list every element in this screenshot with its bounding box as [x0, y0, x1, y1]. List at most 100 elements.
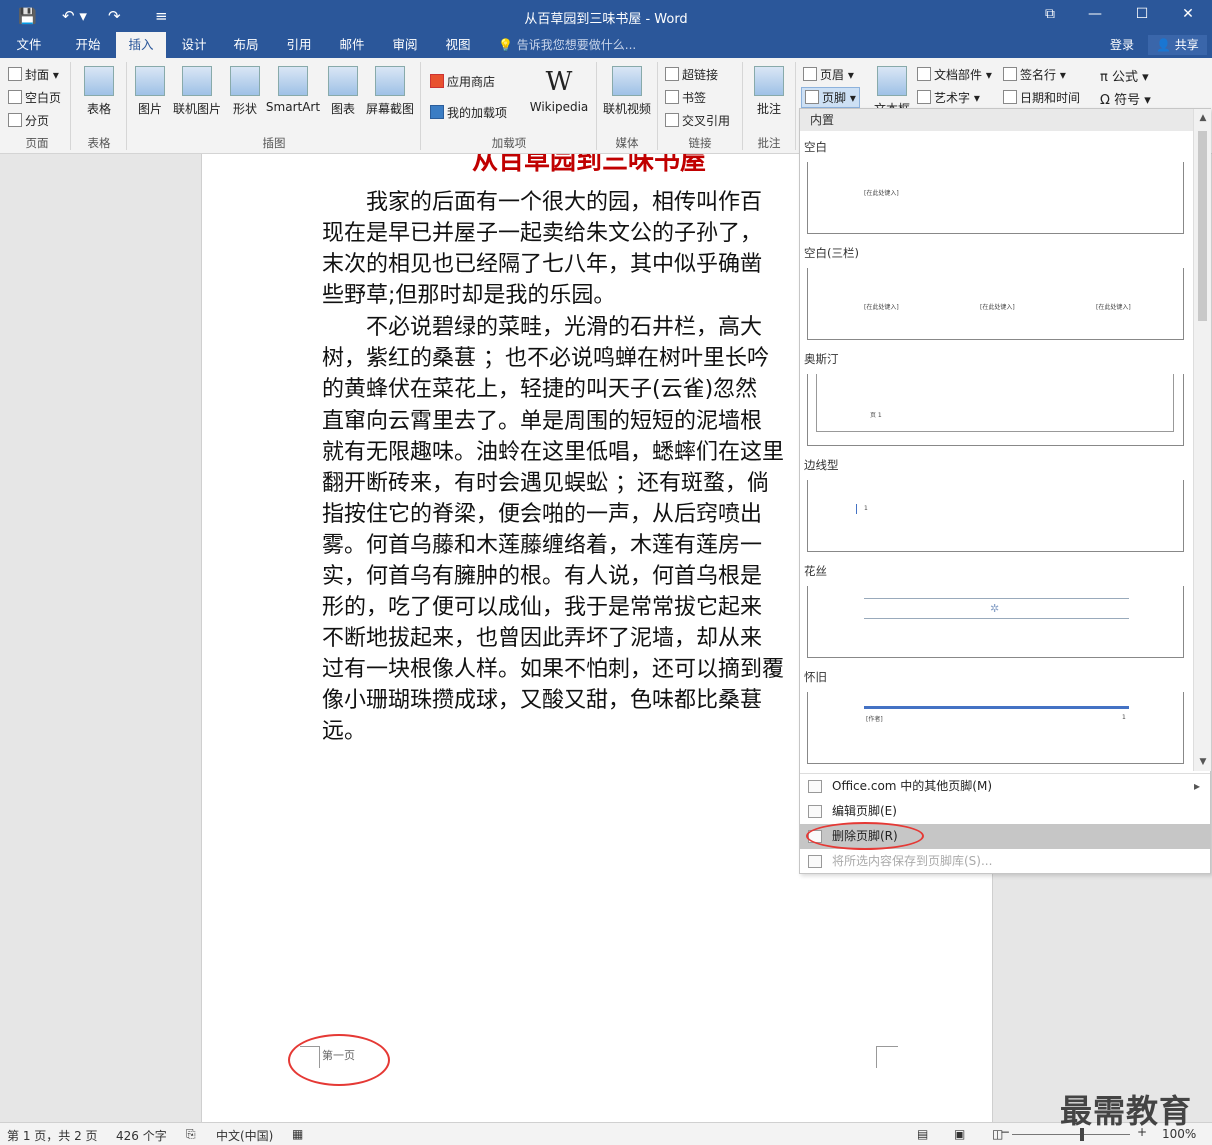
blank-page-icon	[8, 90, 22, 104]
zoom-out-icon[interactable]: −	[1000, 1125, 1010, 1139]
comment-button[interactable]: 批注	[748, 66, 790, 117]
macro-icon[interactable]: ▦	[292, 1127, 303, 1141]
header-button[interactable]: 页眉 ▾	[803, 66, 854, 83]
save-gallery-icon	[808, 855, 822, 868]
share-button[interactable]: 👤 共享	[1148, 35, 1207, 55]
tab-view[interactable]: 视图	[434, 32, 482, 58]
footer-button[interactable]: 页脚 ▾	[801, 87, 860, 108]
scroll-down-icon[interactable]: ▼	[1197, 757, 1209, 767]
footer-option-blank-three-column[interactable]: [在此处键入] [在此处键入] [在此处键入]	[807, 268, 1184, 340]
word-count[interactable]: 426 个字	[116, 1127, 167, 1144]
paragraph-line: 末次的相见也已经隔了七八年，其中似乎确凿	[322, 252, 763, 277]
footer-option-filigree[interactable]: ✲	[807, 586, 1184, 658]
quick-parts-icon	[917, 67, 931, 81]
window-title: 从百草园到三味书屋 - Word	[524, 12, 688, 27]
tab-insert[interactable]: 插入	[116, 32, 166, 58]
tell-me-input[interactable]: 💡 告诉我您想要做什么...	[498, 32, 636, 58]
paragraph-line: 树，紫红的桑葚 ；也不必说鸣蝉在树叶里长吟	[322, 346, 769, 371]
tab-home[interactable]: 开始	[62, 32, 114, 58]
read-mode-icon[interactable]: ▤	[917, 1127, 928, 1141]
page-break-button[interactable]: 分页	[8, 112, 49, 129]
group-label-addins: 加载项	[491, 136, 527, 150]
tab-layout[interactable]: 布局	[222, 32, 270, 58]
cover-page-button[interactable]: 封面 ▾	[8, 66, 59, 83]
retrospect-bar	[864, 706, 1129, 709]
paragraph-line: 不必说碧绿的菜畦，光滑的石井栏，高大	[322, 315, 763, 340]
signature-icon	[1003, 67, 1017, 81]
chart-icon	[328, 66, 358, 96]
smartart-icon	[278, 66, 308, 96]
menu-item-more-footers[interactable]: Office.com 中的其他页脚(M) ▸	[800, 774, 1210, 799]
group-label-table: 表格	[87, 136, 111, 150]
page-count[interactable]: 第 1 页，共 2 页	[7, 1127, 98, 1144]
tab-file[interactable]: 文件	[5, 32, 53, 58]
shapes-icon	[230, 66, 260, 96]
gallery-section-title: 边线型	[804, 458, 839, 472]
scroll-up-icon[interactable]: ▲	[1197, 113, 1209, 123]
date-time-button[interactable]: 日期和时间	[1003, 89, 1080, 106]
ribbon-separator	[596, 62, 597, 150]
paragraph-line: 现在是早已并屋子一起卖给朱文公的子孙了，	[322, 221, 763, 246]
footer-option-retrospect[interactable]: [作者] 1	[807, 692, 1184, 764]
placeholder-text: [作者]	[866, 716, 883, 723]
placeholder-text: [在此处键入]	[980, 304, 1015, 311]
wordart-button[interactable]: 艺术字 ▾	[917, 89, 980, 106]
scrollbar-thumb[interactable]	[1198, 131, 1207, 321]
close-button[interactable]: ✕	[1178, 6, 1198, 22]
header-icon	[803, 67, 817, 81]
gallery-scrollbar[interactable]: ▲ ▼	[1193, 109, 1211, 771]
proofing-icon[interactable]: ⎘	[186, 1127, 196, 1142]
hyperlink-icon	[665, 67, 679, 81]
paragraph-line: 我家的后面有一个很大的园，相传叫作百	[322, 190, 763, 215]
menu-item-edit-footer[interactable]: 编辑页脚(E)	[800, 799, 1210, 824]
ribbon-tabs: 文件 开始 插入 设计 布局 引用 邮件 审阅 视图 💡 告诉我您想要做什么..…	[0, 32, 1212, 58]
shapes-button[interactable]: 形状	[227, 66, 263, 117]
paragraph-line: 像小珊瑚珠攒成球，又酸又甜，色味都比桑葚	[322, 688, 763, 713]
wordart-icon	[917, 90, 931, 104]
store-button[interactable]: 应用商店	[430, 73, 495, 90]
hyperlink-button[interactable]: 超链接	[665, 66, 718, 83]
screenshot-icon	[375, 66, 405, 96]
online-picture-button[interactable]: 联机图片	[170, 66, 224, 117]
calendar-icon	[1003, 90, 1017, 104]
picture-button[interactable]: 图片	[132, 66, 168, 117]
wikipedia-icon: W	[545, 67, 573, 97]
quick-parts-button[interactable]: 文档部件 ▾	[917, 66, 992, 83]
minimize-button[interactable]: —	[1085, 6, 1105, 22]
symbol-button[interactable]: Ω 符号 ▾	[1100, 89, 1151, 108]
equation-button[interactable]: π 公式 ▾	[1100, 66, 1149, 85]
crossref-button[interactable]: 交叉引用	[665, 112, 730, 129]
group-label-links: 链接	[688, 136, 712, 150]
language-indicator[interactable]: 中文(中国)	[216, 1127, 273, 1144]
bookmark-button[interactable]: 书签	[665, 89, 706, 106]
tab-mailings[interactable]: 邮件	[328, 32, 376, 58]
placeholder-text: [在此处键入]	[864, 304, 899, 311]
table-button[interactable]: 表格	[78, 66, 120, 117]
login-link[interactable]: 登录	[1110, 32, 1134, 58]
chart-button[interactable]: 图表	[325, 66, 361, 117]
online-video-button[interactable]: 联机视频	[600, 66, 654, 117]
smartart-button[interactable]: SmartArt	[265, 66, 321, 114]
footer-option-austin[interactable]: 页 1	[807, 374, 1184, 446]
ribbon-display-icon[interactable]: ⧉	[1040, 6, 1060, 22]
table-icon	[84, 66, 114, 96]
gallery-section-title: 花丝	[804, 564, 827, 578]
restore-button[interactable]: ☐	[1132, 6, 1152, 22]
print-layout-icon[interactable]: ▣	[954, 1127, 965, 1141]
edit-footer-icon	[808, 805, 822, 818]
watermark-text: 最需教育	[1060, 1092, 1193, 1130]
tab-references[interactable]: 引用	[275, 32, 323, 58]
tab-review[interactable]: 审阅	[381, 32, 429, 58]
ribbon-separator	[126, 62, 127, 150]
video-icon	[612, 66, 642, 96]
signature-line-button[interactable]: 签名行 ▾	[1003, 66, 1066, 83]
my-addins-button[interactable]: 我的加载项	[430, 104, 507, 121]
wikipedia-button[interactable]: W Wikipedia	[528, 66, 590, 114]
gallery-header: 内置	[800, 109, 1194, 131]
footer-option-sideline[interactable]: 1	[807, 480, 1184, 552]
footer-option-blank[interactable]: [在此处键入]	[807, 162, 1184, 234]
tab-design[interactable]: 设计	[170, 32, 218, 58]
blank-page-button[interactable]: 空白页	[8, 89, 61, 106]
screenshot-button[interactable]: 屏幕截图	[363, 66, 417, 117]
zoom-slider[interactable]	[1012, 1134, 1130, 1135]
